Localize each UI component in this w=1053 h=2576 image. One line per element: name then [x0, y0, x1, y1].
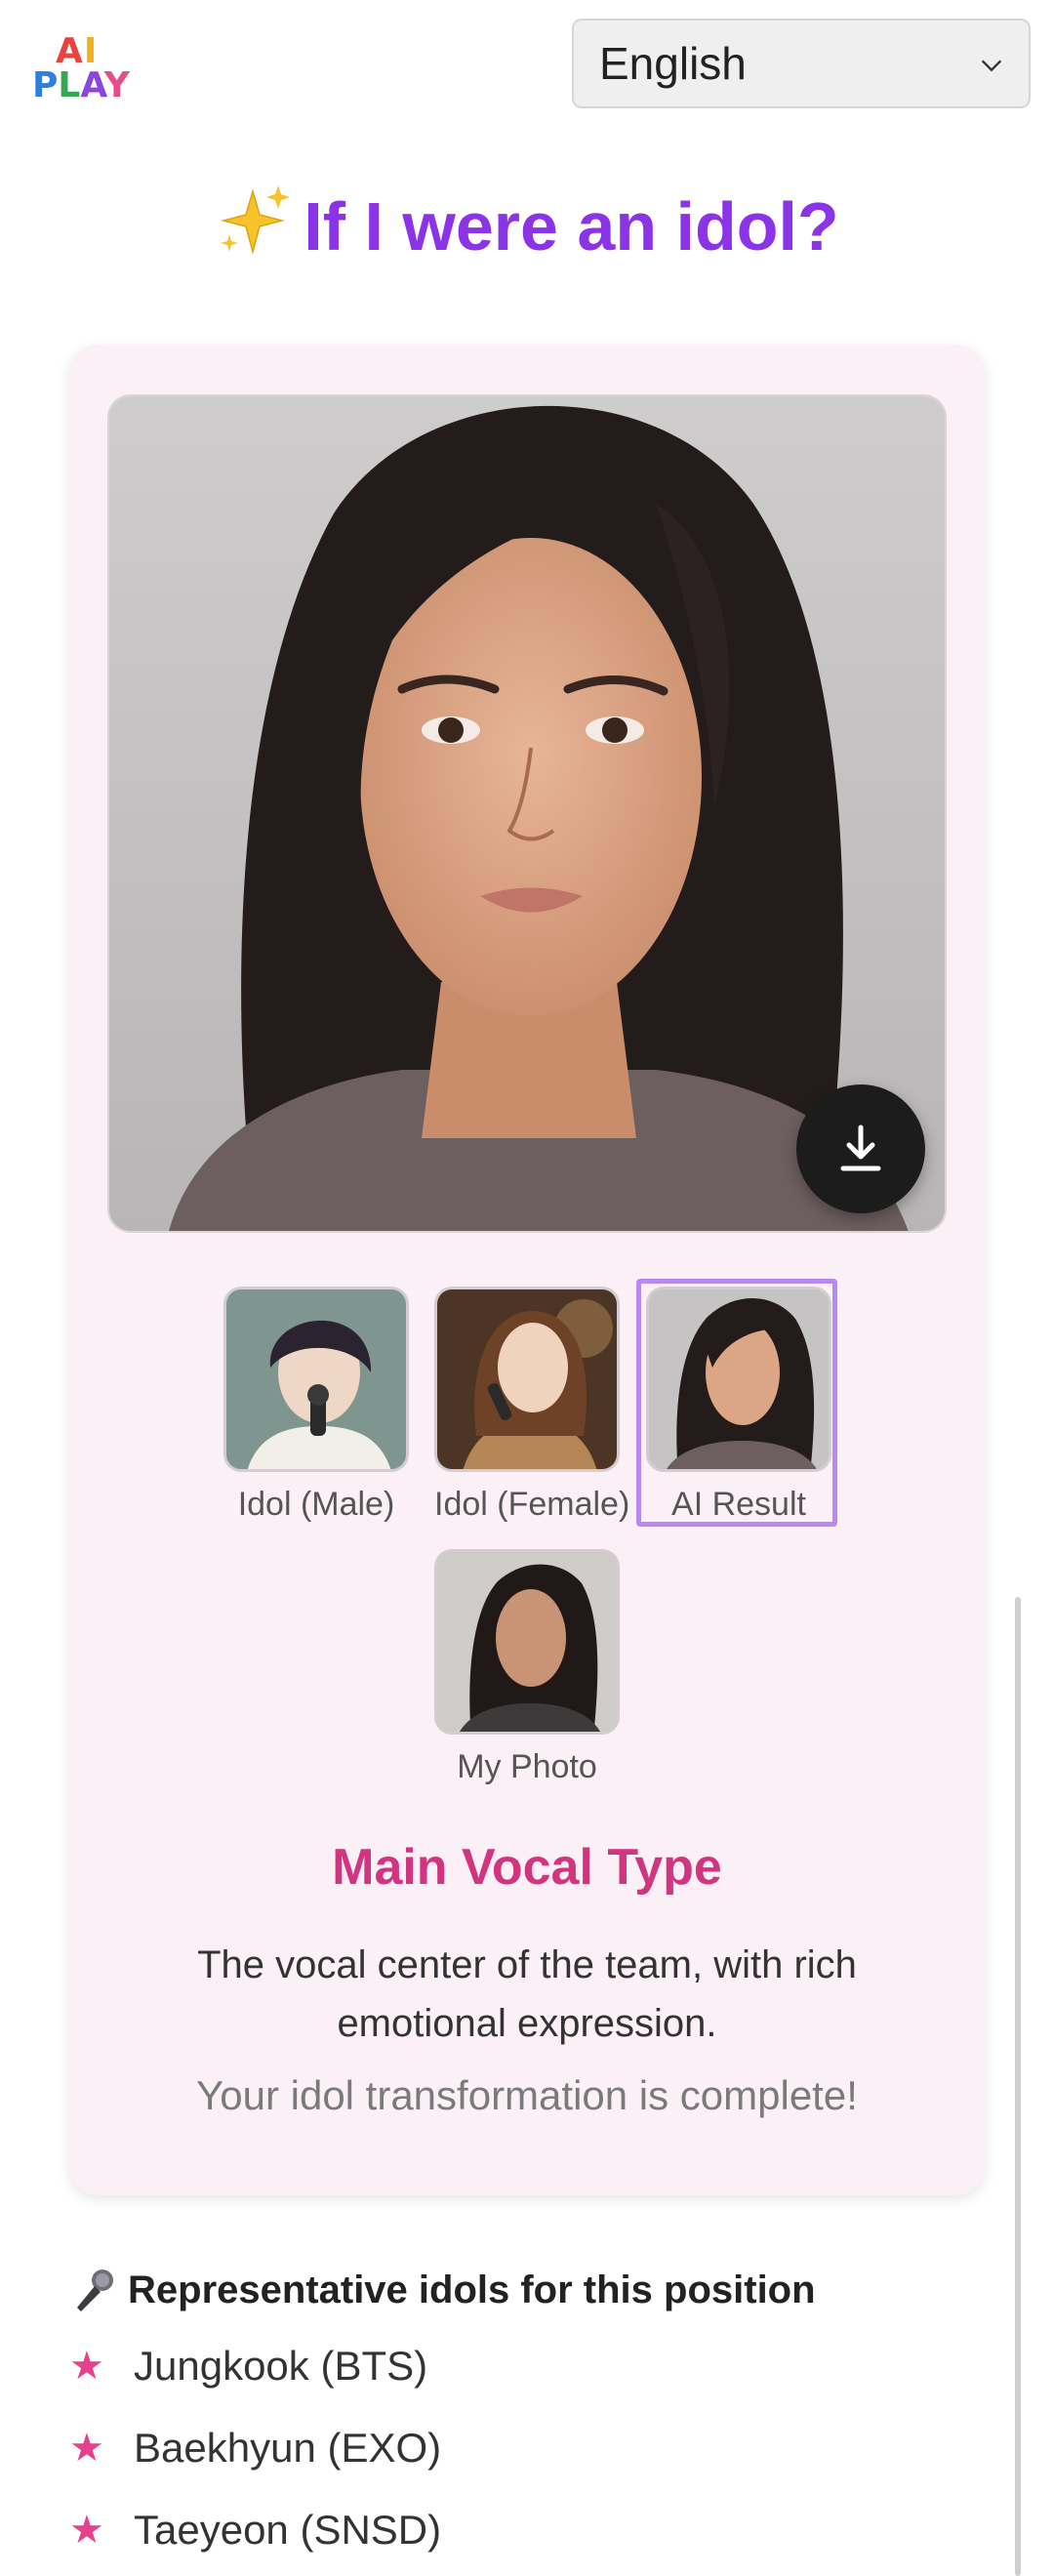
page-title-text: If I were an idol? — [304, 188, 839, 265]
star-icon: ★ — [69, 2509, 104, 2552]
page: AI PLAY English If I were an idol? Idol … — [0, 0, 1053, 2576]
representative-name: Jungkook (BTS) — [134, 2343, 428, 2389]
result-card: Idol (Male) Idol (Female) AI Result My P… — [69, 345, 985, 2195]
thumbnail-my-photo-image — [434, 1549, 620, 1735]
scrollbar[interactable] — [1015, 1597, 1021, 2576]
ai-play-logo[interactable]: AI PLAY — [32, 31, 132, 109]
representatives-title: Representative idols for this position — [128, 2268, 816, 2311]
thumbnail-my-photo[interactable]: My Photo — [434, 1549, 620, 1786]
page-title: If I were an idol? — [0, 182, 1053, 270]
result-type-title: Main Vocal Type — [332, 1839, 722, 1896]
microphone-icon — [77, 2269, 113, 2311]
thumbnail-label: Idol (Female) — [434, 1486, 630, 1523]
result-type-description: The vocal center of the team, with rich … — [197, 1943, 857, 2045]
thumbnail-idol-female[interactable]: Idol (Female) — [434, 1287, 630, 1524]
thumbnail-label: Idol (Male) — [237, 1486, 395, 1523]
language-select-value: English — [599, 38, 747, 89]
thumbnail-idol-female-image — [434, 1287, 620, 1472]
representative-item: ★ Taeyeon (SNSD) — [69, 2507, 441, 2554]
completion-message: Your idol transformation is complete! — [196, 2072, 858, 2118]
star-icon: ★ — [69, 2427, 104, 2470]
sparkles-icon — [221, 185, 291, 255]
chevron-down-icon — [981, 60, 1002, 72]
representative-name: Baekhyun (EXO) — [134, 2425, 442, 2471]
thumbnail-idol-male-image — [223, 1287, 409, 1472]
representative-item: ★ Jungkook (BTS) — [69, 2343, 427, 2390]
thumbnail-ai-result[interactable]: AI Result — [636, 1279, 837, 1527]
selected-frame — [636, 1279, 837, 1527]
representative-name: Taeyeon (SNSD) — [134, 2507, 442, 2553]
language-select[interactable]: English — [572, 19, 1031, 108]
download-icon — [840, 1124, 881, 1171]
thumbnail-label: My Photo — [457, 1748, 597, 1785]
star-icon: ★ — [69, 2345, 104, 2388]
thumbnail-idol-male[interactable]: Idol (Male) — [223, 1287, 409, 1524]
representative-item: ★ Baekhyun (EXO) — [69, 2425, 441, 2472]
download-button[interactable] — [796, 1084, 925, 1213]
representatives-heading: Representative idols for this position — [69, 2265, 816, 2315]
